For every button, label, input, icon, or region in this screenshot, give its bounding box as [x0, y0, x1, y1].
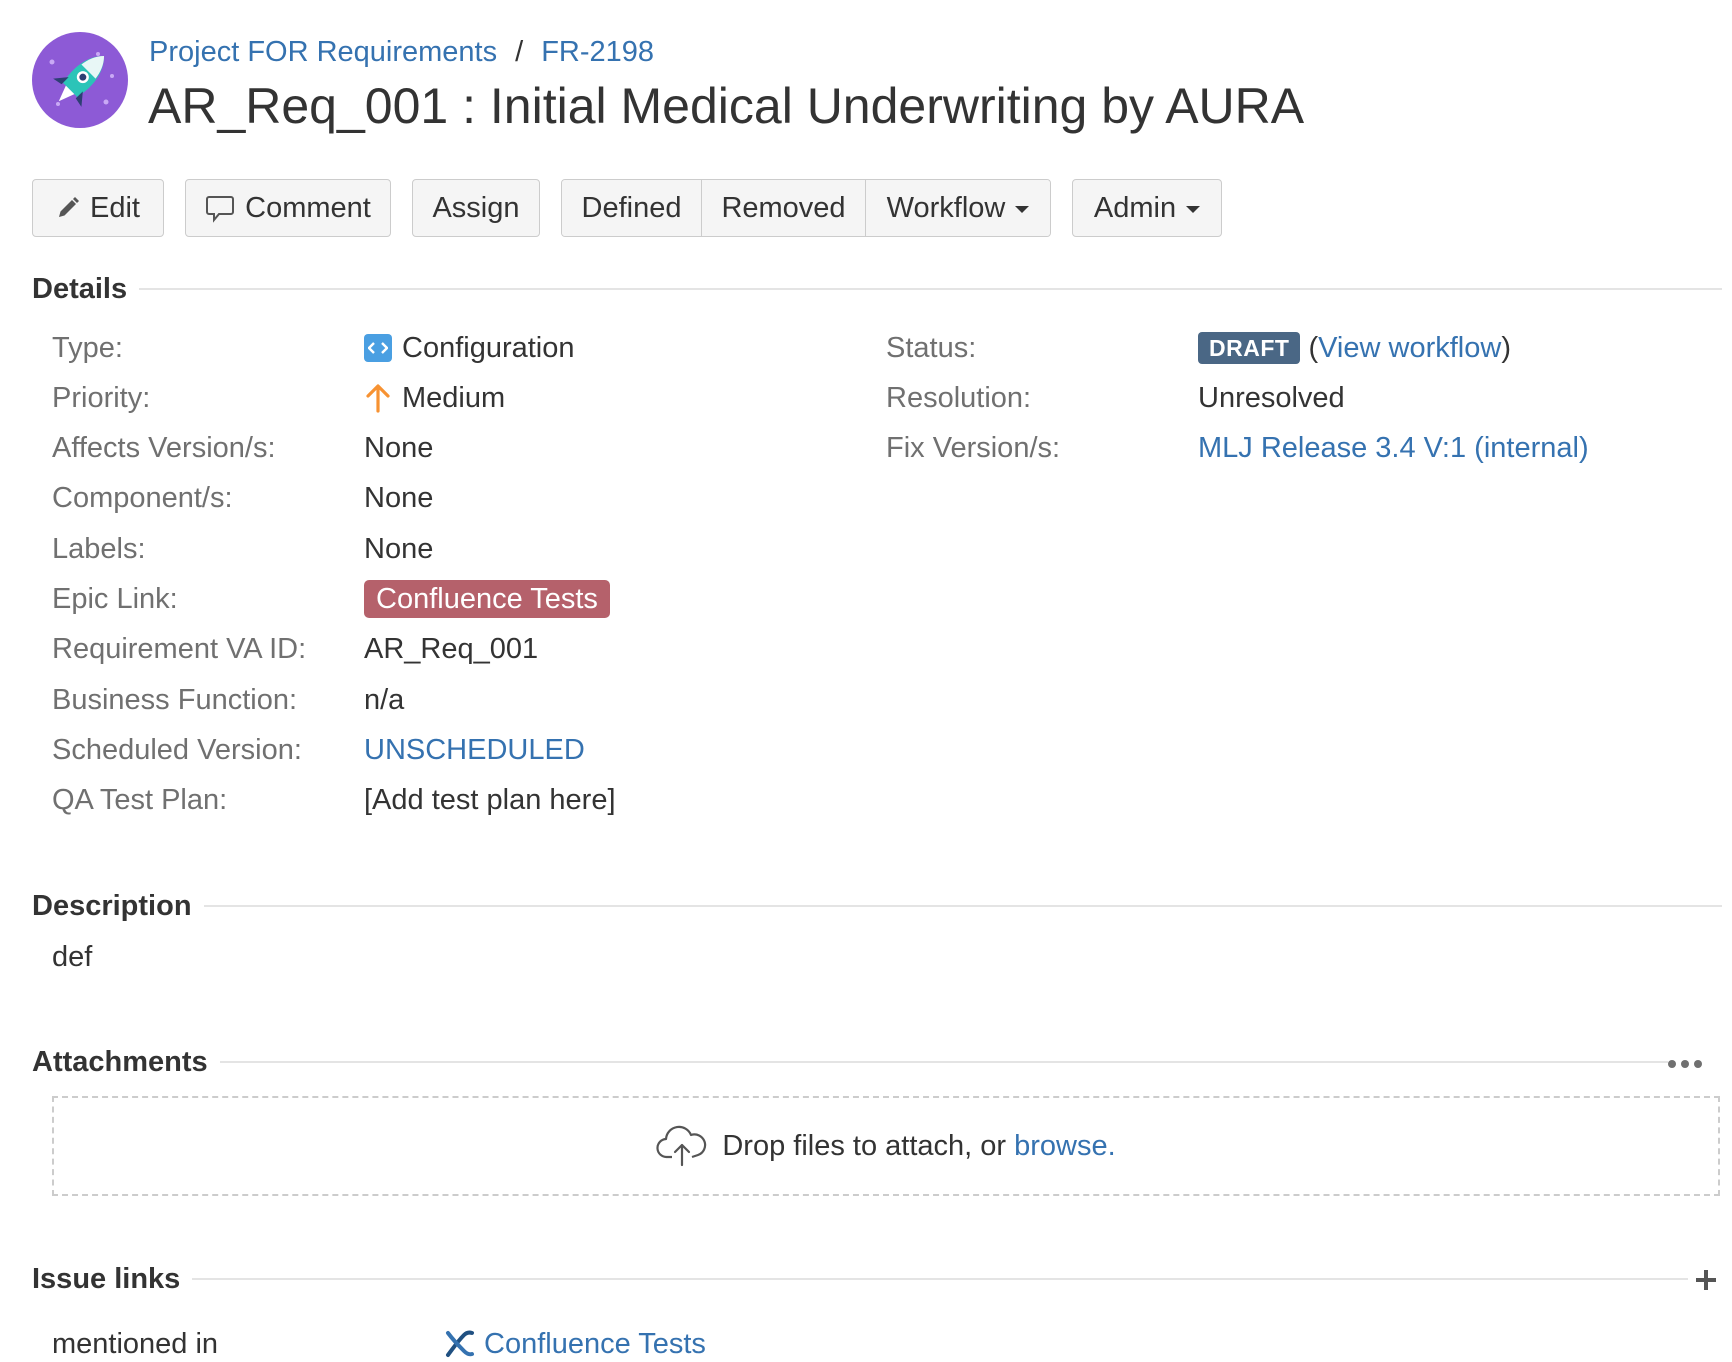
status-label: Status:	[886, 332, 977, 364]
priority-value-text: Medium	[402, 382, 506, 414]
admin-dropdown-button[interactable]: Admin	[1072, 179, 1222, 237]
status-value: DRAFT (View workflow)	[1198, 330, 1511, 366]
view-workflow-link[interactable]: View workflow	[1318, 332, 1501, 364]
description-heading: Description	[32, 890, 192, 922]
business-function-value: n/a	[364, 684, 405, 716]
admin-button-label: Admin	[1093, 191, 1177, 224]
workflow-transitions-group: Defined Removed Workflow	[561, 179, 1051, 237]
description-text[interactable]: def	[52, 939, 92, 975]
rocket-avatar-icon	[32, 32, 128, 128]
epic-link-lozenge[interactable]: Confluence Tests	[364, 580, 610, 618]
qa-test-plan-label: QA Test Plan:	[52, 784, 228, 816]
description-section-header: Description	[32, 888, 1722, 924]
view-workflow-wrapper: (View workflow)	[1308, 330, 1511, 366]
fix-version-link[interactable]: MLJ Release 3.4 V:1 (internal)	[1198, 430, 1589, 466]
section-divider	[203, 905, 1722, 907]
affects-version-value: None	[364, 432, 434, 464]
edit-button-label: Edit	[90, 191, 140, 224]
comment-button-label: Comment	[245, 191, 371, 224]
breadcrumb-project-link[interactable]: Project FOR Requirements	[149, 36, 497, 68]
attachments-heading: Attachments	[32, 1046, 208, 1078]
chevron-down-icon	[1186, 206, 1201, 213]
workflow-dropdown-button[interactable]: Workflow	[866, 180, 1050, 236]
workflow-button-label: Workflow	[886, 191, 1006, 224]
defined-button-label: Defined	[581, 191, 682, 224]
project-avatar[interactable]	[32, 32, 128, 128]
business-function-label: Business Function:	[52, 684, 298, 716]
section-divider	[192, 1278, 1688, 1280]
labels-value: None	[364, 533, 434, 565]
attachment-dropzone[interactable]: Drop files to attach, or browse.	[52, 1096, 1720, 1196]
fix-version-label: Fix Version/s:	[886, 432, 1061, 464]
breadcrumb-separator: /	[515, 36, 524, 68]
scheduled-version-label: Scheduled Version:	[52, 734, 302, 766]
requirement-va-id-label: Requirement VA ID:	[52, 633, 307, 665]
dropzone-text: Drop files to attach, or browse.	[722, 1130, 1115, 1163]
priority-value: Medium	[364, 380, 505, 416]
scheduled-version-link[interactable]: UNSCHEDULED	[364, 732, 585, 768]
more-dots-icon[interactable]	[1668, 1060, 1702, 1068]
speech-bubble-icon	[206, 196, 235, 223]
scheduled-version-value: UNSCHEDULED	[364, 732, 585, 768]
components-label: Component/s:	[52, 482, 233, 514]
epic-link-label: Epic Link:	[52, 583, 178, 615]
removed-button-label: Removed	[721, 191, 846, 224]
details-section-header: Details	[32, 271, 1722, 307]
section-divider	[219, 1061, 1668, 1063]
confluence-tests-link[interactable]: Confluence Tests	[484, 1326, 706, 1362]
section-divider	[139, 288, 1722, 290]
type-label: Type:	[52, 332, 123, 364]
drop-files-text: Drop files to attach, or	[722, 1129, 1007, 1162]
status-badge: DRAFT	[1198, 332, 1301, 364]
paren-open: (	[1308, 332, 1319, 364]
page-title: AR_Req_001 : Initial Medical Underwritin…	[148, 78, 1305, 134]
comment-button[interactable]: Comment	[185, 179, 391, 237]
issue-link-relation: mentioned in	[52, 1328, 219, 1360]
priority-label: Priority:	[52, 382, 151, 414]
breadcrumb: Project FOR Requirements / FR-2198	[149, 34, 654, 70]
browse-link[interactable]: browse.	[1014, 1130, 1116, 1162]
epic-link-value: Confluence Tests	[364, 580, 610, 618]
affects-version-label: Affects Version/s:	[52, 432, 276, 464]
code-brackets-icon	[364, 334, 392, 362]
paren-close: )	[1501, 332, 1511, 364]
issue-links-heading: Issue links	[32, 1263, 181, 1295]
chevron-down-icon	[1015, 206, 1030, 213]
issue-link-item: Confluence Tests	[444, 1326, 706, 1362]
resolution-label: Resolution:	[886, 382, 1032, 414]
defined-transition-button[interactable]: Defined	[562, 180, 702, 236]
type-value-text: Configuration	[402, 332, 575, 364]
details-heading: Details	[32, 273, 128, 305]
pencil-icon	[59, 197, 79, 217]
resolution-value: Unresolved	[1198, 382, 1345, 414]
fix-version-value: MLJ Release 3.4 V:1 (internal)	[1198, 430, 1589, 466]
arrow-up-icon	[366, 384, 390, 413]
components-value: None	[364, 482, 434, 514]
labels-label: Labels:	[52, 533, 146, 565]
type-value: Configuration	[364, 330, 575, 366]
attachments-section-header: Attachments	[32, 1044, 1668, 1080]
assign-button[interactable]: Assign	[412, 179, 540, 237]
requirement-va-id-value: AR_Req_001	[364, 633, 539, 665]
assign-button-label: Assign	[432, 191, 520, 224]
cloud-upload-icon	[656, 1125, 707, 1167]
edit-button[interactable]: Edit	[32, 179, 164, 237]
qa-test-plan-value: [Add test plan here]	[364, 784, 616, 816]
confluence-x-icon	[446, 1330, 474, 1357]
breadcrumb-issue-key-link[interactable]: FR-2198	[541, 36, 654, 68]
removed-transition-button[interactable]: Removed	[702, 180, 866, 236]
plus-icon[interactable]	[1694, 1268, 1718, 1292]
issue-links-section-header: Issue links	[32, 1261, 1688, 1297]
